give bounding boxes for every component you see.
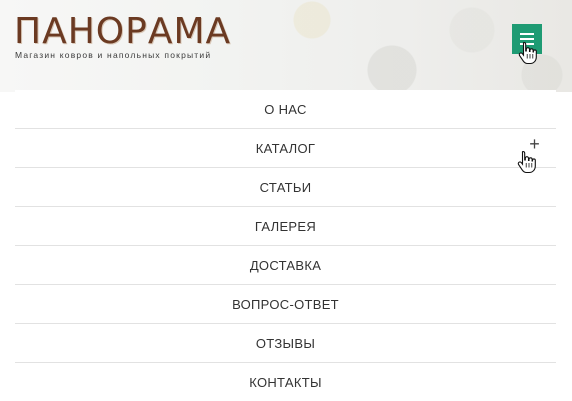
hamburger-icon-line: [520, 43, 534, 45]
main-nav-menu: О НАС КАТАЛОГ + СТАТЬИ ГАЛЕРЕЯ ДОСТАВКА …: [15, 90, 556, 401]
logo-title[interactable]: ПАНОРАМА: [14, 12, 231, 52]
menu-item-gallery[interactable]: ГАЛЕРЕЯ: [15, 206, 556, 245]
logo-subtitle: Магазин ковров и напольных покрытий: [15, 50, 212, 60]
menu-item-faq[interactable]: ВОПРОС-ОТВЕТ: [15, 284, 556, 323]
menu-item-contacts[interactable]: КОНТАКТЫ: [15, 362, 556, 401]
menu-item-label: СТАТЬИ: [259, 179, 312, 195]
menu-item-label: ДОСТАВКА: [249, 257, 322, 273]
menu-item-delivery[interactable]: ДОСТАВКА: [15, 245, 556, 284]
menu-item-catalog[interactable]: КАТАЛОГ +: [15, 128, 556, 167]
menu-item-label: ГАЛЕРЕЯ: [254, 218, 317, 234]
menu-item-label: КАТАЛОГ: [255, 140, 316, 156]
expand-plus-icon[interactable]: +: [529, 135, 540, 153]
menu-item-about[interactable]: О НАС: [15, 90, 556, 128]
menu-item-label: ОТЗЫВЫ: [255, 335, 316, 351]
hamburger-icon-line: [520, 38, 534, 40]
menu-item-label: КОНТАКТЫ: [249, 374, 322, 390]
menu-toggle-button[interactable]: [512, 24, 542, 54]
site-header: ПАНОРАМА Магазин ковров и напольных покр…: [0, 0, 572, 92]
menu-item-label: ВОПРОС-ОТВЕТ: [232, 296, 339, 312]
menu-item-reviews[interactable]: ОТЗЫВЫ: [15, 323, 556, 362]
hamburger-icon-line: [520, 33, 534, 35]
menu-item-label: О НАС: [264, 101, 307, 117]
menu-item-articles[interactable]: СТАТЬИ: [15, 167, 556, 206]
